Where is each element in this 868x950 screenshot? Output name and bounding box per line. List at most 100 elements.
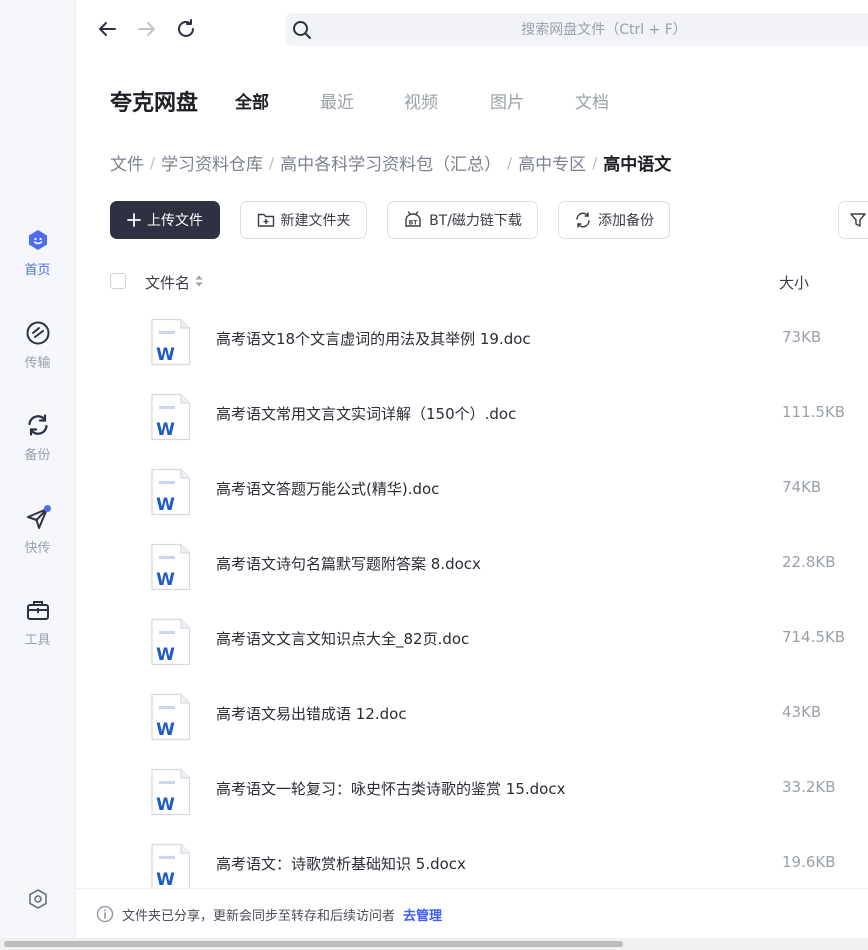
word-doc-icon: W <box>151 543 191 591</box>
bt-download-button[interactable]: BT BT/磁力链下载 <box>387 201 538 239</box>
refresh-icon <box>178 19 194 37</box>
search-icon <box>291 19 313 45</box>
upload-button-label: 上传文件 <box>147 213 203 229</box>
rail-item-home[interactable]: 首页 <box>0 226 75 278</box>
file-size: 33.2KB <box>782 778 836 796</box>
breadcrumb-item[interactable]: 高中各科学习资料包（汇总） <box>280 150 501 175</box>
svg-text:W: W <box>156 720 175 740</box>
breadcrumb-item[interactable]: 文件 <box>110 150 144 175</box>
quick-send-icon <box>24 504 52 532</box>
home-icon <box>24 226 52 254</box>
file-size: 73KB <box>782 328 822 346</box>
back-button[interactable] <box>92 14 122 44</box>
svg-text:BT: BT <box>409 220 419 227</box>
filter-icon <box>849 211 867 229</box>
file-name: 高考语文答题万能公式(精华).doc <box>216 480 440 498</box>
tab-recent[interactable]: 最近 <box>320 88 354 113</box>
word-doc-icon: W <box>151 618 191 666</box>
svg-text:W: W <box>156 495 175 515</box>
breadcrumb: 文件 / 学习资料仓库 / 高中各科学习资料包（汇总） / 高中专区 / 高中语… <box>110 150 672 176</box>
select-all-checkbox[interactable] <box>110 273 126 289</box>
rail-item-quick-send[interactable]: 快传 <box>0 504 75 556</box>
rail-item-transfer[interactable]: 传输 <box>0 319 75 371</box>
file-row[interactable]: W 高考语文常用文言文实词详解（150个）.doc 111.5KB <box>76 381 868 456</box>
notification-dot <box>43 505 51 512</box>
rail-item-label: 首页 <box>24 263 51 278</box>
sort-icon <box>194 274 204 292</box>
rail-item-backup[interactable]: 备份 <box>0 411 75 463</box>
transfer-icon <box>24 319 52 347</box>
share-notice-text: 文件夹已分享，更新会同步至转存和后续访问者 <box>122 908 396 924</box>
info-icon <box>96 905 114 923</box>
word-doc-icon: W <box>151 468 191 516</box>
rail-item-label: 备份 <box>24 448 51 463</box>
toolbox-icon <box>24 596 52 624</box>
breadcrumb-separator: / <box>592 153 598 172</box>
breadcrumb-separator: / <box>269 153 275 172</box>
arrow-right-icon <box>138 22 155 36</box>
horizontal-scrollbar-thumb[interactable] <box>4 941 623 947</box>
file-name: 高考语文18个文言虚词的用法及其举例 19.doc <box>216 330 531 348</box>
word-doc-icon: W <box>151 768 191 816</box>
rail-item-label: 传输 <box>24 356 51 371</box>
file-name: 高考语文诗句名篇默写题附答案 8.docx <box>216 555 481 573</box>
add-backup-button[interactable]: 添加备份 <box>558 201 670 239</box>
file-row[interactable]: W 高考语文诗句名篇默写题附答案 8.docx 22.8KB <box>76 531 868 606</box>
file-name: 高考语文文言文知识点大全_82页.doc <box>216 630 470 648</box>
file-row[interactable]: W 高考语文18个文言虚词的用法及其举例 19.doc 73KB <box>76 306 868 381</box>
column-header-name-label: 文件名 <box>145 274 191 292</box>
file-name: 高考语文易出错成语 12.doc <box>216 705 407 723</box>
new-folder-icon <box>257 212 275 228</box>
refresh-button[interactable] <box>171 14 201 44</box>
upload-button[interactable]: 上传文件 <box>110 201 220 239</box>
arrow-left-icon <box>99 22 116 36</box>
file-size: 714.5KB <box>782 628 846 646</box>
column-header-size[interactable]: 大小 <box>779 272 809 293</box>
breadcrumb-item[interactable]: 学习资料仓库 <box>161 150 263 175</box>
tab-documents[interactable]: 文档 <box>575 88 609 113</box>
plus-icon <box>127 213 141 227</box>
file-row[interactable]: W 高考语文易出错成语 12.doc 43KB <box>76 681 868 756</box>
file-size: 74KB <box>782 478 822 496</box>
rail-item-label: 快传 <box>24 541 51 556</box>
file-row[interactable]: W 高考语文答题万能公式(精华).doc 74KB <box>76 456 868 531</box>
svg-text:W: W <box>156 795 175 815</box>
file-size: 19.6KB <box>782 853 836 871</box>
tab-images[interactable]: 图片 <box>490 88 524 113</box>
tab-all[interactable]: 全部 <box>235 88 269 113</box>
file-name: 高考语文：诗歌赏析基础知识 5.docx <box>216 855 466 873</box>
svg-text:W: W <box>156 645 175 665</box>
new-folder-button[interactable]: 新建文件夹 <box>240 201 367 239</box>
svg-text:W: W <box>156 345 175 365</box>
bt-download-button-label: BT/磁力链下载 <box>429 213 522 229</box>
file-name: 高考语文一轮复习：咏史怀古类诗歌的鉴赏 15.docx <box>216 780 566 798</box>
search-bar[interactable] <box>285 12 868 47</box>
file-row[interactable]: W 高考语文文言文知识点大全_82页.doc 714.5KB <box>76 606 868 681</box>
brand-title: 夸克网盘 <box>110 91 199 116</box>
file-size: 22.8KB <box>782 553 836 571</box>
manage-link[interactable]: 去管理 <box>403 905 442 924</box>
svg-text:W: W <box>156 870 175 890</box>
backup-icon <box>24 411 52 439</box>
backup-icon <box>574 211 592 229</box>
filter-button[interactable] <box>838 201 868 239</box>
word-doc-icon: W <box>151 693 191 741</box>
horizontal-scrollbar[interactable] <box>0 938 868 950</box>
file-size: 43KB <box>782 703 822 721</box>
svg-text:W: W <box>156 420 175 440</box>
breadcrumb-item[interactable]: 高中专区 <box>518 150 586 175</box>
column-header-name[interactable]: 文件名 <box>145 272 204 293</box>
bt-magnet-icon: BT <box>403 211 423 229</box>
search-input[interactable] <box>285 12 868 47</box>
tab-video[interactable]: 视频 <box>404 88 438 113</box>
breadcrumb-current: 高中语文 <box>603 155 672 175</box>
new-folder-button-label: 新建文件夹 <box>280 213 351 229</box>
word-doc-icon: W <box>151 843 191 891</box>
breadcrumb-separator: / <box>150 153 156 172</box>
rail-item-tools[interactable]: 工具 <box>0 596 75 648</box>
file-name: 高考语文常用文言文实词详解（150个）.doc <box>216 405 517 423</box>
file-row[interactable]: W 高考语文一轮复习：咏史怀古类诗歌的鉴赏 15.docx 33.2KB <box>76 756 868 831</box>
settings-icon[interactable] <box>24 885 52 913</box>
file-size: 111.5KB <box>782 403 846 421</box>
forward-button[interactable] <box>132 14 162 44</box>
